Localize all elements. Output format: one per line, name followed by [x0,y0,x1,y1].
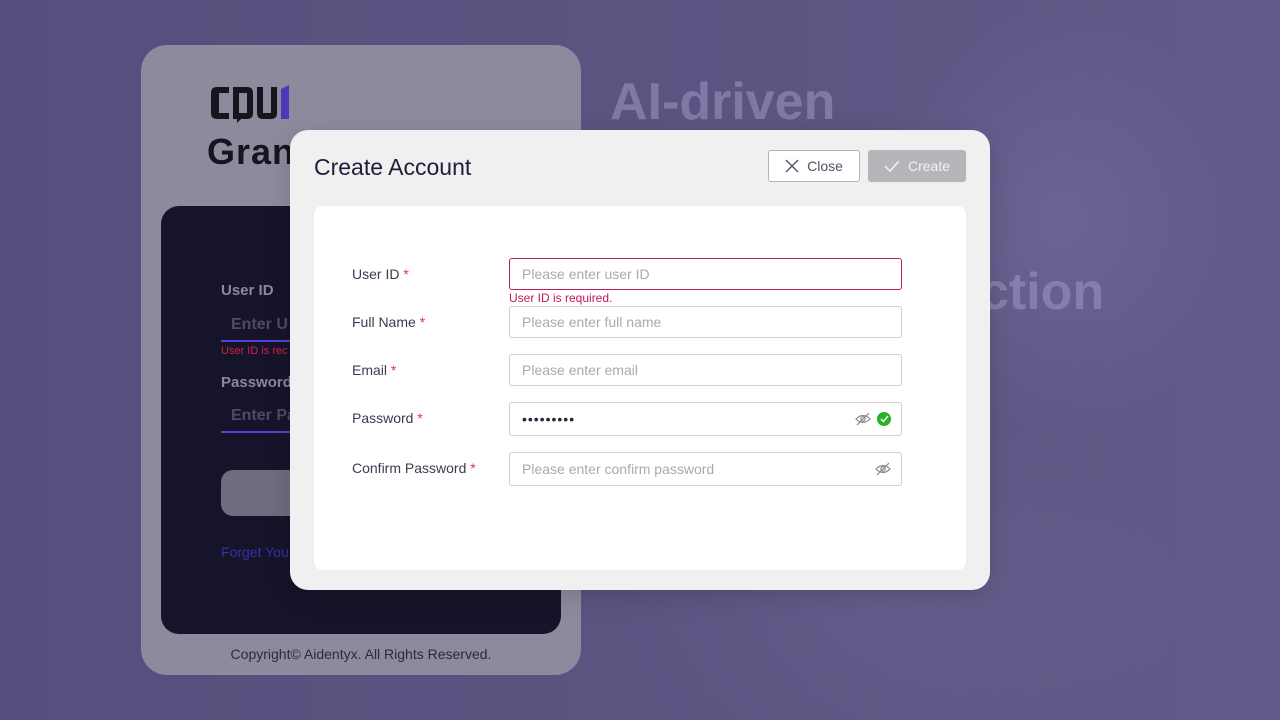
create-button[interactable]: Create [868,150,966,182]
email-input[interactable]: Please enter email [509,354,902,386]
login-user-id-error: User ID is rec [221,345,288,357]
close-button-label: Close [807,158,843,174]
confirm-password-input[interactable]: Please enter confirm password [509,452,902,486]
create-account-modal: Create Account Close Create User ID * Pl… [290,130,990,590]
copyright-text: Copyright© Aidentyx. All Rights Reserved… [230,646,492,662]
login-password-label: Password [221,374,292,391]
user-id-label-text: User ID [352,266,400,282]
user-id-input[interactable]: Please enter user ID [509,258,902,290]
full-name-label-text: Full Name [352,314,416,330]
eye-off-icon[interactable] [875,462,891,476]
close-button[interactable]: Close [768,150,860,182]
password-value: ••••••••• [522,411,576,427]
hero-heading-line-1: AI-driven [610,73,836,131]
email-label: Email * [352,362,396,378]
forgot-password-link[interactable]: Forget You [221,544,289,560]
user-id-label: User ID * [352,266,409,282]
required-marker: * [390,362,397,378]
required-marker: * [470,460,476,476]
full-name-label: Full Name * [352,314,425,330]
required-marker: * [403,266,409,282]
email-label-text: Email [352,362,388,378]
check-circle-icon [877,412,891,426]
confirm-password-field-icons [875,453,891,485]
create-account-form: User ID * Please enter user ID User ID i… [314,206,966,570]
login-user-id-label: User ID [221,282,274,299]
brand-name: Gran [207,131,296,172]
brand-logo: Gran [207,83,297,172]
password-field-icons [855,403,891,435]
password-label-text: Password [352,410,414,426]
create-button-label: Create [907,158,951,174]
confirm-password-label: Confirm Password * [352,460,476,476]
required-marker: * [419,314,426,330]
hero-heading-line-2: ction [980,263,1105,321]
confirm-password-placeholder: Please enter confirm password [522,461,715,477]
full-name-placeholder: Please enter full name [522,314,662,330]
check-icon [884,160,900,173]
logo-mark-icon [211,85,289,123]
user-id-placeholder: Please enter user ID [522,266,650,282]
confirm-password-label-text: Confirm Password [352,460,467,476]
email-placeholder: Please enter email [522,362,638,378]
password-input[interactable]: ••••••••• [509,402,902,436]
full-name-input[interactable]: Please enter full name [509,306,902,338]
modal-title: Create Account [314,154,472,180]
password-label: Password * [352,410,423,426]
user-id-error-message: User ID is required. [509,291,613,305]
close-icon [785,159,799,173]
eye-off-icon[interactable] [855,412,871,426]
required-marker: * [417,410,423,426]
